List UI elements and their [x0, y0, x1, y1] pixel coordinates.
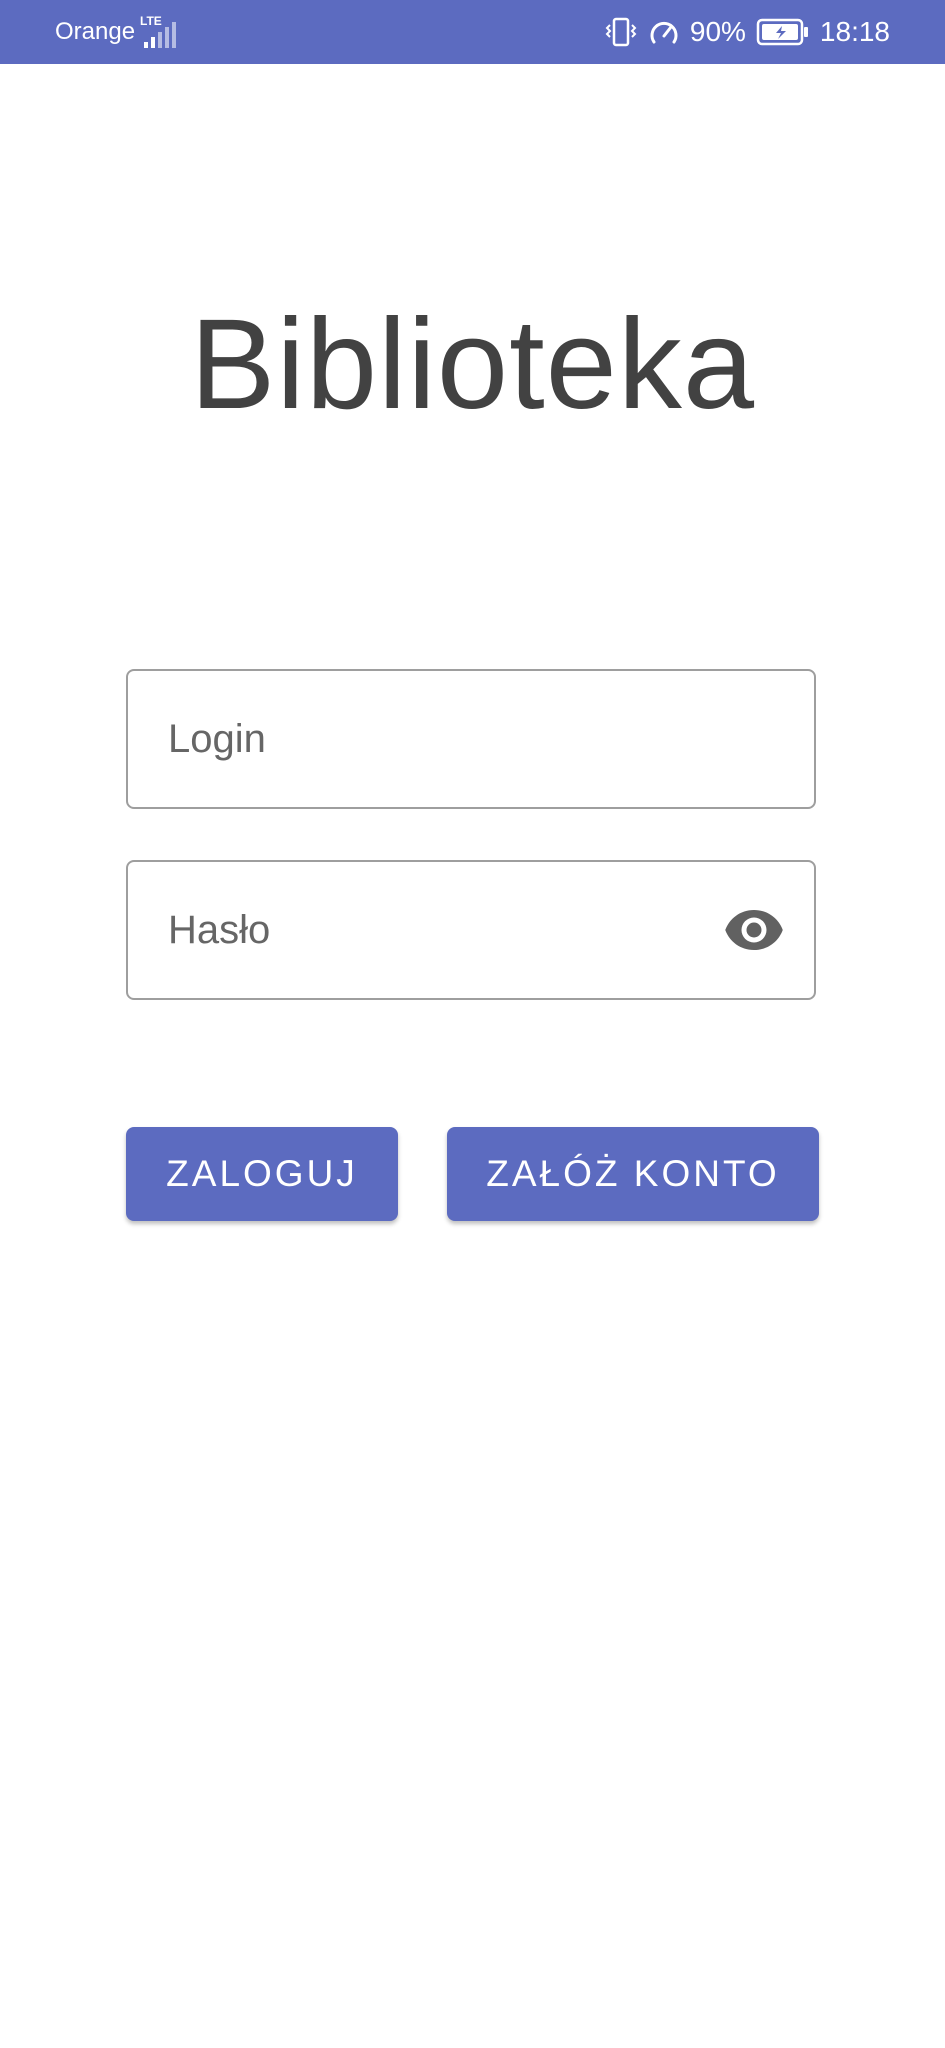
vibrate-icon	[605, 17, 637, 47]
password-field[interactable]	[126, 860, 816, 1000]
carrier-name: Orange	[55, 18, 136, 45]
app-title: Biblioteka	[190, 293, 755, 436]
create-account-button[interactable]: ZAŁÓŻ KONTO	[447, 1127, 819, 1221]
status-bar: Orange LTE 90% 18:18	[0, 0, 945, 64]
speed-icon	[650, 21, 678, 44]
battery-charging-icon	[756, 18, 808, 46]
password-input[interactable]	[168, 862, 728, 998]
network-type: LTE	[140, 14, 162, 28]
eye-icon[interactable]	[724, 907, 784, 953]
login-button[interactable]: ZALOGUJ	[126, 1127, 398, 1221]
login-field[interactable]	[126, 669, 816, 809]
clock: 18:18	[819, 16, 890, 47]
battery-percent: 90%	[689, 16, 746, 47]
signal-icon: LTE	[140, 14, 186, 48]
login-input[interactable]	[168, 671, 728, 807]
status-indicators: 90% 18:18	[604, 12, 890, 52]
